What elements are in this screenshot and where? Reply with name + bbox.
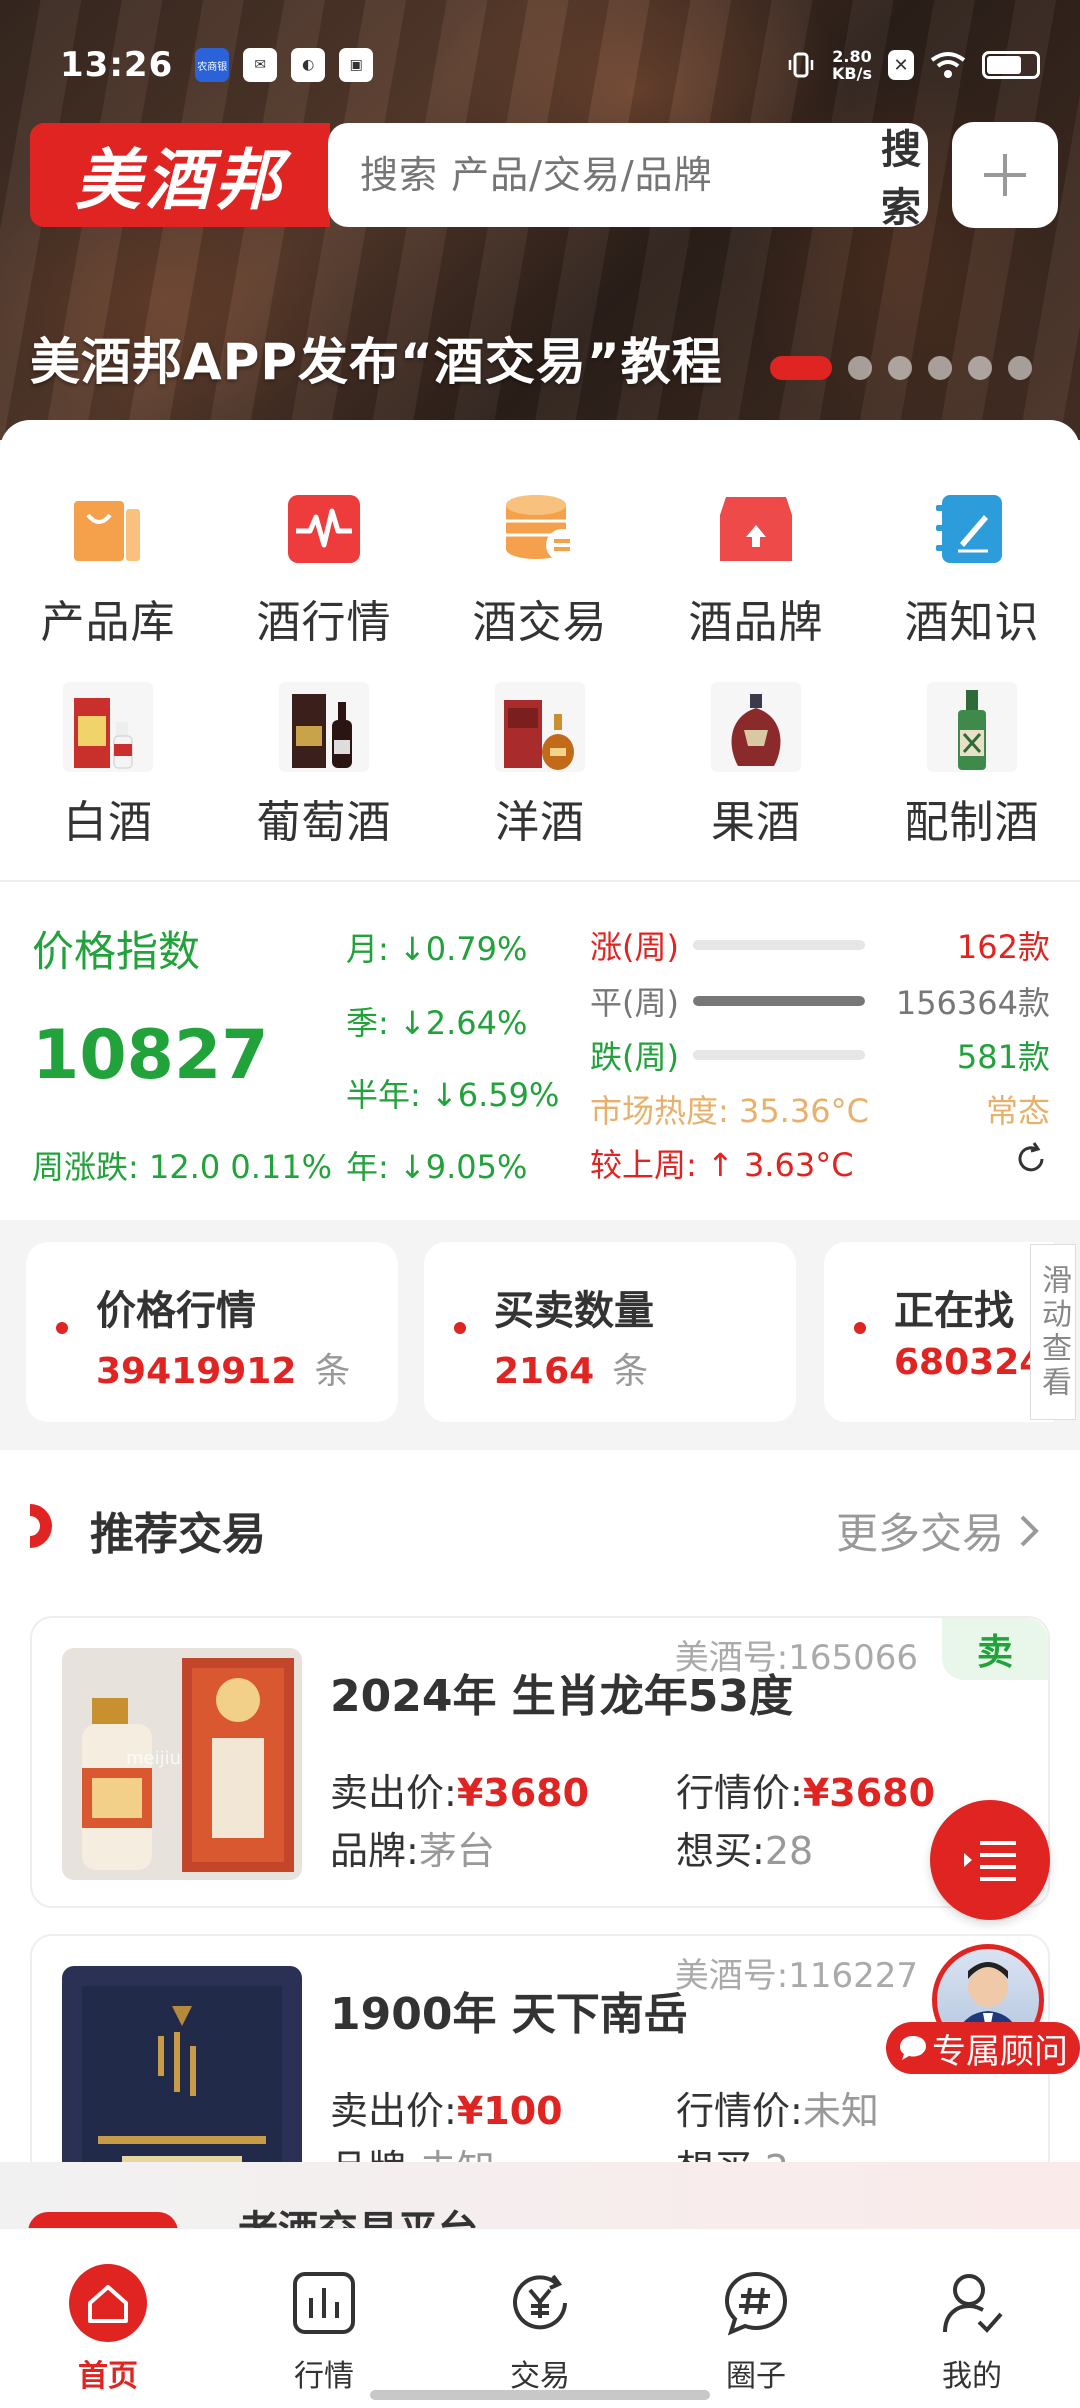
trade-card[interactable]: meijiu 美酒号:165066 卖 2024年 生肖龙年53度 卖出价:¥3… <box>30 1616 1050 1908</box>
nav-home[interactable]: 首页 <box>0 2229 216 2408</box>
stat-card-searching[interactable]: 正在找 680324 <box>824 1242 1054 1422</box>
search-bar-row: 美酒邦 搜索 <box>30 122 1058 231</box>
pulse-chart-icon <box>281 486 367 572</box>
coin-stack-icon <box>497 486 583 572</box>
yuan-exchange-icon <box>500 2263 580 2343</box>
type-foreign-liquor[interactable]: 洋酒 <box>432 682 648 850</box>
home-indicator[interactable] <box>370 2390 710 2400</box>
category-market[interactable]: 酒行情 <box>216 486 432 650</box>
carousel-indicator <box>770 356 1032 380</box>
bottom-navigation: 首页 行情 交易 圈子 我的 <box>0 2228 1080 2408</box>
stat-dot <box>56 1322 68 1334</box>
shopping-bag-icon <box>65 486 151 572</box>
status-time: 13:26 <box>60 45 174 85</box>
market-price: 行情价:未知 <box>676 2089 879 2133</box>
sell-tag: 卖 <box>942 1618 1048 1680</box>
list-menu-icon <box>964 1841 1016 1881</box>
message-notification-icon: ✉ <box>243 48 278 82</box>
promo-banner[interactable]: 老酒交易平台 <box>0 2162 1080 2254</box>
category-product-library[interactable]: 产品库 <box>0 486 216 650</box>
type-wine[interactable]: 葡萄酒 <box>216 682 432 850</box>
trade-title: 2024年 生肖龙年53度 <box>330 1671 794 1722</box>
sell-price: 卖出价:¥3680 <box>330 1771 590 1815</box>
bar-chart-icon <box>284 2263 364 2343</box>
carousel-dot <box>848 356 872 380</box>
type-liqueur[interactable]: 配制酒 <box>864 682 1080 850</box>
recommended-header: 推荐交易 更多交易 <box>0 1496 1080 1560</box>
sell-price: 卖出价:¥100 <box>330 2089 563 2133</box>
hashtag-chat-icon <box>716 2263 796 2343</box>
network-speed: 2.80 KB/s <box>832 47 872 83</box>
carousel-dot <box>928 356 952 380</box>
wifi-icon <box>930 52 966 78</box>
nav-mine[interactable]: 我的 <box>864 2229 1080 2408</box>
add-button[interactable] <box>952 122 1058 228</box>
type-baijiu[interactable]: 白酒 <box>0 682 216 850</box>
vibrate-icon <box>788 52 814 78</box>
market-price: 行情价:¥3680 <box>676 1771 936 1815</box>
home-icon <box>68 2263 148 2343</box>
more-trades-link[interactable]: 更多交易 <box>836 1500 1040 1561</box>
wine-bottle-icon <box>279 682 369 772</box>
scroll-hint: 滑动查看 <box>1030 1244 1076 1420</box>
personal-advisor-button[interactable]: 专属顾问 <box>886 1944 1080 2084</box>
app-notification-icon: ◐ <box>291 48 326 82</box>
fruit-wine-bottle-icon <box>711 682 801 772</box>
baijiu-bottle-icon <box>63 682 153 772</box>
notebook-icon <box>929 486 1015 572</box>
stat-card-price-market[interactable]: 价格行情 39419912 条 <box>26 1242 398 1422</box>
battery-icon <box>982 51 1040 79</box>
want-to-buy: 想买:28 <box>676 1829 814 1873</box>
stat-dot <box>854 1322 866 1334</box>
product-image-moutai: meijiu <box>62 1648 302 1880</box>
wallet-notification-icon: ▣ <box>339 48 374 82</box>
cognac-bottle-icon <box>495 682 585 772</box>
user-check-icon <box>932 2263 1012 2343</box>
stat-dot <box>454 1322 466 1334</box>
nav-circle[interactable]: 圈子 <box>648 2229 864 2408</box>
search-box[interactable]: 搜索 <box>328 123 928 231</box>
refresh-button[interactable] <box>1012 1140 1050 1186</box>
brand: 品牌:茅台 <box>330 1829 495 1873</box>
carousel-dot <box>888 356 912 380</box>
bank-app-notification-icon: 农商银 <box>195 48 230 82</box>
plus-icon <box>984 154 1026 196</box>
recommended-section: 推荐交易 更多交易 meijiu 美酒号:165066 卖 2024年 生肖龙年… <box>0 1450 1080 2230</box>
advisor-label: 专属顾问 <box>886 2022 1080 2074</box>
trade-id: 美酒号:116227 <box>674 1956 918 1996</box>
chat-bubble-icon <box>900 2036 926 2060</box>
trade-title: 1900年 天下南岳 <box>330 1989 688 2040</box>
category-brand[interactable]: 酒品牌 <box>648 486 864 650</box>
liqueur-bottle-icon <box>927 682 1017 772</box>
menu-fab[interactable] <box>930 1800 1050 1920</box>
section-mark-icon <box>30 1504 52 1548</box>
carousel-dot <box>968 356 992 380</box>
nav-market[interactable]: 行情 <box>216 2229 432 2408</box>
carousel-dot <box>1008 356 1032 380</box>
section-divider <box>0 880 1080 882</box>
liquor-type-grid: 白酒 葡萄酒 洋酒 果酒 配制酒 <box>0 682 1080 850</box>
box-icon <box>713 486 799 572</box>
banner-caption[interactable]: 美酒邦APP发布“酒交易”教程 <box>30 322 723 394</box>
carousel-dot-active <box>770 356 832 380</box>
nav-trade[interactable]: 交易 <box>432 2229 648 2408</box>
type-fruit-wine[interactable]: 果酒 <box>648 682 864 850</box>
stat-card-trade-count[interactable]: 买卖数量 2164 条 <box>424 1242 796 1422</box>
category-knowledge[interactable]: 酒知识 <box>864 486 1080 650</box>
image-watermark: meijiu <box>126 1748 182 1769</box>
home-panel: 产品库 酒行情 酒交易 酒品牌 酒知识 白酒 葡萄酒 洋酒 果酒 配制酒 <box>0 420 1080 1220</box>
search-button[interactable]: 搜索 <box>881 117 921 233</box>
chevron-right-icon <box>1020 1515 1039 1546</box>
stats-carousel[interactable]: 价格行情 39419912 条 买卖数量 2164 条 正在找 680324 滑动查… <box>0 1220 1080 1450</box>
status-bar: 13:26 农商银 ✉ ◐ ▣ 2.80 KB/s ✕ <box>60 40 1040 90</box>
app-logo: 美酒邦 <box>30 123 330 227</box>
recommended-title: 推荐交易 <box>90 1509 266 1560</box>
refresh-icon <box>1018 1142 1044 1172</box>
app-screen: 13:26 农商银 ✉ ◐ ▣ 2.80 KB/s ✕ 美酒邦 搜索 产品/交易… <box>0 0 1080 2408</box>
category-trade[interactable]: 酒交易 <box>432 486 648 650</box>
search-input[interactable] <box>360 153 833 197</box>
category-grid: 产品库 酒行情 酒交易 酒品牌 酒知识 <box>0 486 1080 650</box>
no-sim-icon: ✕ <box>888 50 914 80</box>
